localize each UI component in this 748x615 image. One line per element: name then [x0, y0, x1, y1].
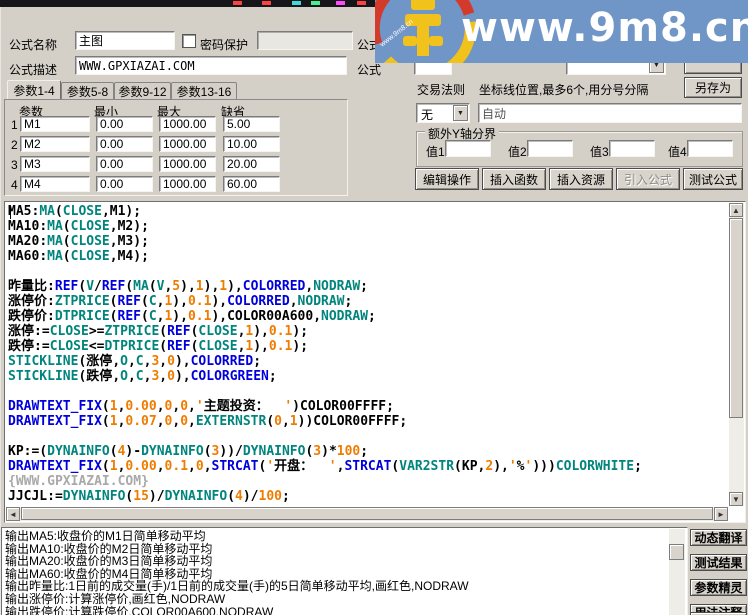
param-tab-bar: 参数1-4 参数5-8 参数9-12 参数13-16: [1, 80, 351, 100]
password-protect-checkbox[interactable]: [182, 34, 196, 48]
y-value-label: 值3: [590, 145, 609, 159]
indicator-formula-editor-window: 指标公式编辑器 公式名称 密码保护 公式 公式描述 公式 ▼ 参数1-4参数5-…: [0, 0, 748, 615]
param-default-input[interactable]: [223, 136, 280, 152]
trade-rule-dropdown-value: 无: [421, 108, 434, 122]
param-row-index: 2: [11, 138, 18, 152]
side-button-1[interactable]: 动态翻译: [690, 529, 747, 546]
code-line[interactable]: 涨停价:ZTPRICE(REF(C,1),0.1),COLORRED,NODRA…: [8, 294, 728, 309]
code-line[interactable]: 涨停:=CLOSE>=ZTPRICE(REF(CLOSE,1),0.1);: [8, 324, 728, 339]
code-line[interactable]: {WWW.GPXIAZAI.COM}: [8, 474, 728, 489]
param-max-input[interactable]: [159, 116, 216, 132]
code-line[interactable]: STICKLINE(涨停,O,C,3,0),COLORRED;: [8, 354, 728, 369]
code-line[interactable]: JJCJL:=DYNAINFO(15)/DYNAINFO(4)/100;: [8, 489, 728, 504]
text-caret: [10, 206, 11, 219]
output-line: 输出MA5:收盘价的M1日简单移动平均: [5, 530, 206, 543]
code-line[interactable]: [8, 264, 728, 279]
code-line[interactable]: DRAWTEXT_FIX(1,0.00,0.1,0,STRCAT('开盘： ',…: [8, 459, 728, 474]
action-button-4: 引入公式: [616, 168, 680, 190]
code-hscroll-thumb[interactable]: [21, 507, 713, 520]
side-buttons: 动态翻译 测试结果 参数精灵 用法注释: [690, 520, 748, 615]
tab-参数13-16[interactable]: 参数13-16: [171, 82, 237, 99]
tab-参数1-4[interactable]: 参数1-4: [7, 80, 61, 99]
action-button-3[interactable]: 插入资源: [549, 168, 613, 190]
y-value-input-1[interactable]: [445, 140, 491, 157]
output-line: 输出涨停价:计算涨停价,画红色,NODRAW: [5, 591, 226, 606]
chart-tick-dash: [262, 1, 271, 5]
param-name-input[interactable]: [20, 116, 90, 132]
param-min-input[interactable]: [96, 116, 153, 132]
tab-参数5-8[interactable]: 参数5-8: [61, 82, 114, 99]
code-line[interactable]: 昨量比:REF(V/REF(MA(V,5),1),1),COLORRED,NOD…: [8, 279, 728, 294]
coord-line-label: 坐标线位置,最多6个,用分号分隔: [479, 83, 649, 97]
code-vscroll-thumb[interactable]: [729, 218, 743, 418]
save-as-button[interactable]: 另存为: [684, 77, 742, 98]
chart-tick-dash: [292, 1, 301, 5]
dialog-body: 公式名称 密码保护 公式 公式描述 公式 ▼ 参数1-4参数5-8参数9-12参…: [0, 7, 748, 615]
output-line: 输出MA20:收盘价的M3日简单移动平均: [5, 554, 213, 569]
y-value-input-2[interactable]: [527, 140, 573, 157]
code-horizontal-scrollbar[interactable]: ◄ ►: [6, 507, 728, 521]
extra-y-axis-group: 额外Y轴分界 值1 值2 值3 值4: [416, 125, 743, 167]
tab-参数9-12[interactable]: 参数9-12: [114, 82, 171, 99]
output-line: 输出跌停价:计算跌停价,COLOR00A600,NODRAW: [5, 604, 274, 615]
param-default-input[interactable]: [223, 116, 280, 132]
action-buttons: 编辑操作 插入函数 插入资源 引入公式 测试公式: [1, 168, 748, 192]
code-line[interactable]: [8, 429, 728, 444]
coord-line-input[interactable]: [478, 103, 742, 123]
chart-tick-dash: [311, 1, 320, 5]
scroll-down-icon[interactable]: ▼: [729, 492, 743, 506]
scroll-left-icon[interactable]: ◄: [6, 507, 20, 521]
chart-tick-dash: [357, 1, 366, 5]
scroll-right-icon[interactable]: ►: [714, 507, 728, 521]
output-lines: 输出MA5:收盘价的M1日简单移动平均 输出MA10:收盘价的M2日简单移动平均输…: [5, 530, 667, 615]
code-line[interactable]: [8, 384, 728, 399]
watermark-text: www.9m8.cn: [461, 5, 748, 51]
code-line[interactable]: STICKLINE(跌停,O,C,3,0),COLORGREEN;: [8, 369, 728, 384]
action-button-5[interactable]: 测试公式: [683, 168, 743, 190]
password-protect-label: 密码保护: [200, 38, 249, 52]
action-button-2[interactable]: 插入函数: [482, 168, 546, 190]
partial-label-row2: 公式: [357, 63, 382, 77]
code-vertical-scrollbar[interactable]: ▲ ▼: [729, 203, 744, 506]
code-line[interactable]: 跌停:=CLOSE<=DTPRICE(REF(CLOSE,1),0.1);: [8, 339, 728, 354]
chevron-down-icon[interactable]: ▼: [453, 105, 468, 121]
y-value-label: 值4: [668, 145, 687, 159]
side-button-3[interactable]: 参数精灵: [690, 579, 747, 596]
param-name-input[interactable]: [20, 136, 90, 152]
code-line[interactable]: KP:=(DYNAINFO(4)-DYNAINFO(3))/DYNAINFO(3…: [8, 444, 728, 459]
trade-rule-dropdown[interactable]: 无 ▼: [416, 103, 470, 123]
code-line[interactable]: DRAWTEXT_FIX(1,0.07,0,0,EXTERNSTR(0,1))C…: [8, 414, 728, 429]
param-min-input[interactable]: [96, 136, 153, 152]
password-input: [257, 31, 353, 50]
code-line[interactable]: MA10:MA(CLOSE,M2);: [8, 219, 728, 234]
y-value-input-4[interactable]: [687, 140, 733, 157]
y-value-input-3[interactable]: [609, 140, 655, 157]
code-line[interactable]: 跌停价:DTPRICE(REF(C,1),0.1),COLOR00A600,NO…: [8, 309, 728, 324]
watermark-banner: www.9m8.cn www.9m8.cn: [375, 0, 748, 63]
output-panel: 输出MA5:收盘价的M1日简单移动平均 输出MA10:收盘价的M2日简单移动平均输…: [1, 527, 688, 615]
code-line[interactable]: MA20:MA(CLOSE,M3);: [8, 234, 728, 249]
output-vertical-scrollbar[interactable]: [669, 529, 685, 615]
chart-tick-dash: [233, 1, 242, 5]
formula-desc-label: 公式描述: [9, 63, 58, 77]
output-vscroll-thumb[interactable]: [669, 544, 684, 560]
scroll-up-icon[interactable]: ▲: [729, 203, 743, 217]
param-max-input[interactable]: [159, 136, 216, 152]
formula-name-label: 公式名称: [9, 38, 58, 52]
y-value-label: 值2: [508, 145, 527, 159]
code-line[interactable]: MA60:MA(CLOSE,M4);: [8, 249, 728, 264]
chart-tick-dash: [336, 1, 345, 5]
code-line[interactable]: MA5:MA(CLOSE,M1);: [8, 204, 728, 219]
formula-desc-input[interactable]: [75, 56, 347, 75]
param-row-index: 1: [11, 118, 18, 132]
side-button-2[interactable]: 测试结果: [690, 554, 747, 571]
action-button-1[interactable]: 编辑操作: [415, 168, 479, 190]
trade-rule-label: 交易法则: [417, 83, 466, 97]
code-editor-lines[interactable]: MA5:MA(CLOSE,M1); MA10:MA(CLOSE,M2); MA20:…: [8, 204, 728, 506]
code-line[interactable]: DRAWTEXT_FIX(1,0.00,0,0,'主题投资： ')COLOR00…: [8, 399, 728, 414]
y-value-label: 值1: [426, 145, 445, 159]
code-editor[interactable]: MA5:MA(CLOSE,M1); MA10:MA(CLOSE,M2); MA20:…: [4, 201, 746, 523]
formula-name-input[interactable]: [75, 31, 175, 50]
